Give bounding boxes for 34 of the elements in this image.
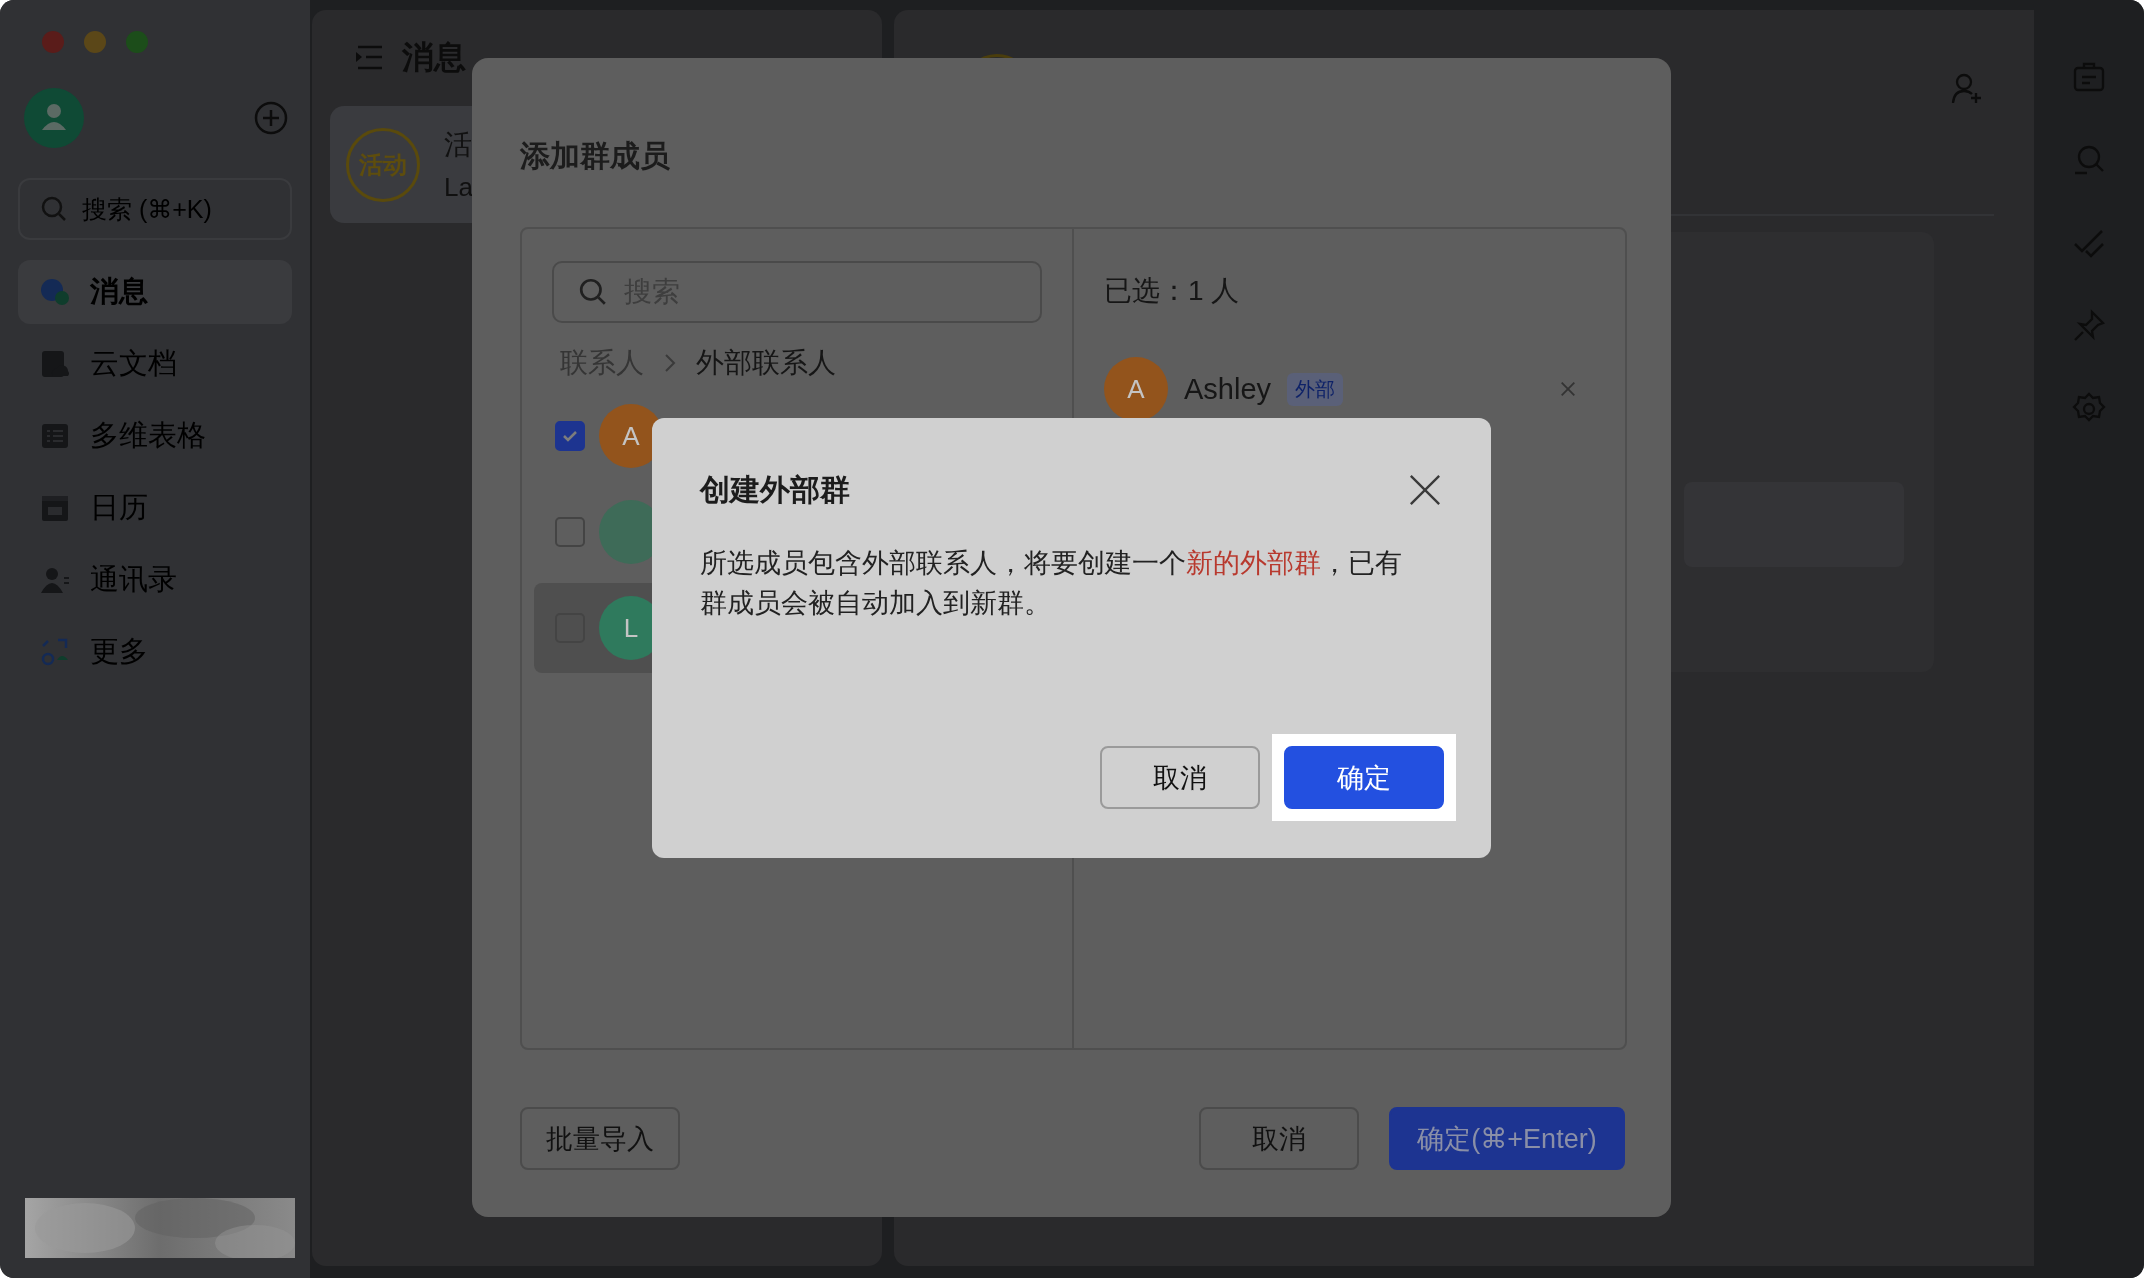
maximize-window-icon[interactable]: [126, 31, 148, 53]
document-cloud-icon: [40, 349, 70, 379]
contact-avatar: A: [1104, 357, 1168, 421]
chevron-right-icon: [664, 353, 676, 373]
breadcrumb-link[interactable]: 外部联系人: [696, 344, 836, 382]
remove-icon[interactable]: [1559, 380, 1577, 398]
add-user-icon[interactable]: [1950, 72, 1984, 106]
user-avatar-icon[interactable]: [24, 88, 84, 148]
table-icon: [40, 421, 70, 451]
minimize-window-icon[interactable]: [84, 31, 106, 53]
cancel-button[interactable]: 取消: [1100, 746, 1260, 809]
checkbox[interactable]: [555, 421, 585, 451]
confirm-button[interactable]: 确定(⌘+Enter): [1389, 1107, 1625, 1170]
chat-bubbles-icon: [40, 277, 70, 307]
sidebar-toggle-icon[interactable]: [354, 45, 384, 71]
dialog-title: 创建外部群: [700, 472, 850, 508]
external-tag: 外部: [1287, 372, 1344, 406]
apps-grid-icon: [40, 637, 70, 667]
import-button[interactable]: 批量导入: [520, 1107, 680, 1170]
contact-name: Ashley: [1184, 372, 1272, 406]
search-icon: [578, 277, 608, 307]
add-icon[interactable]: [254, 101, 288, 135]
close-icon[interactable]: [1408, 473, 1442, 507]
dialog-message: 所选成员包含外部联系人，将要创建一个新的外部群，已有群成员会被自动加入到新群。: [700, 547, 1403, 620]
confirm-button[interactable]: 确定: [1284, 746, 1444, 809]
checkbox[interactable]: [555, 517, 585, 547]
calendar-icon: [40, 493, 70, 523]
nav-item[interactable]: 消息: [18, 260, 292, 324]
selected-count: 已选：1 人: [1104, 274, 1241, 308]
close-window-icon[interactable]: [42, 31, 64, 53]
search-icon: [40, 195, 68, 223]
dialog-title: 添加群成员: [520, 138, 671, 174]
cancel-button[interactable]: 取消: [1199, 1107, 1359, 1170]
contacts-icon: [40, 565, 70, 595]
